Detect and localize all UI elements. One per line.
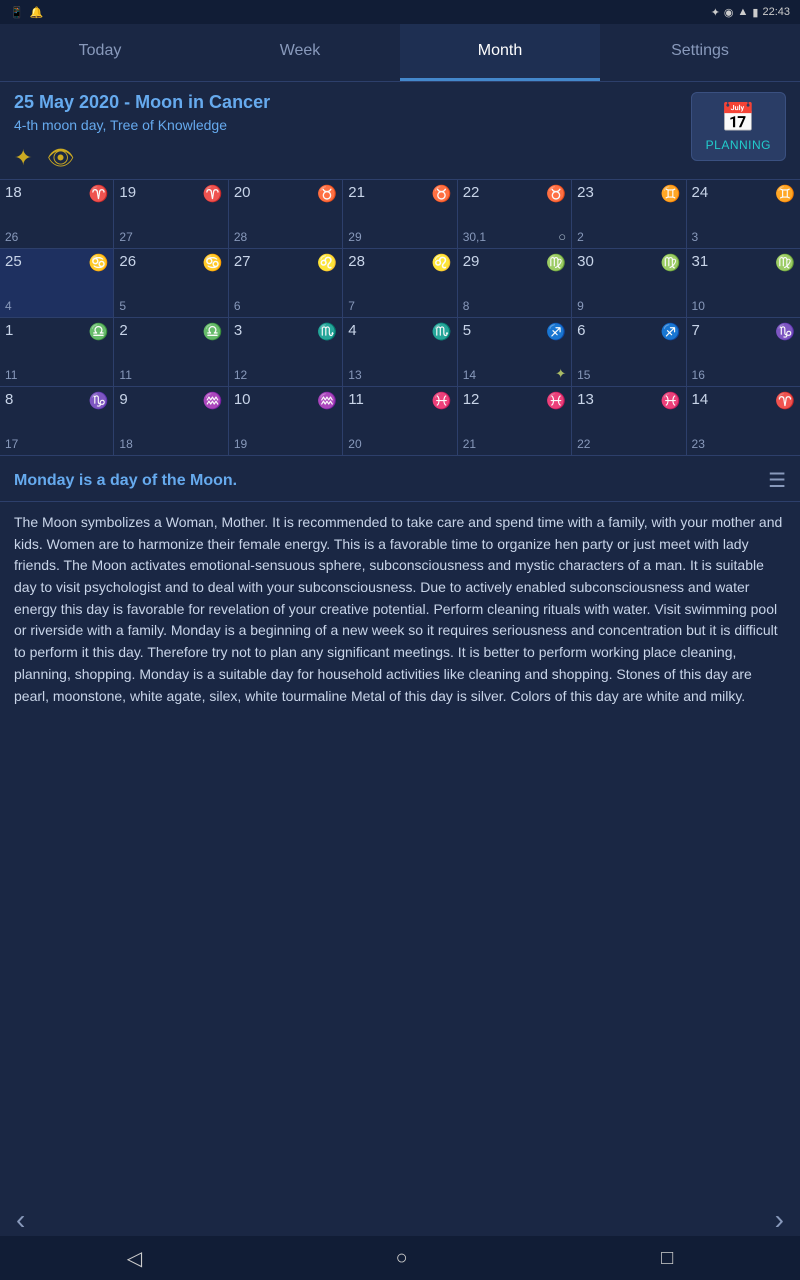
cal-cell-27[interactable]: 27♌ 6 <box>229 249 343 317</box>
planning-label: PLANNING <box>706 138 771 152</box>
cal-cell-30[interactable]: 30♍ 9 <box>572 249 686 317</box>
tab-month[interactable]: Month <box>400 24 600 81</box>
cal-cell-20[interactable]: 20♉ 28 <box>229 180 343 248</box>
cal-cell-25-today[interactable]: 25♋ 4 <box>0 249 114 317</box>
day-description: The Moon symbolizes a Woman, Mother. It … <box>0 502 800 717</box>
cal-cell-5[interactable]: 5♐ 14✦ <box>458 318 572 386</box>
cal-cell-12[interactable]: 12♓ 21 <box>458 387 572 455</box>
bluetooth-icon: ✦ <box>711 6 720 19</box>
cal-cell-1[interactable]: 1♎ 11 <box>0 318 114 386</box>
cal-cell-14[interactable]: 14♈ 23 <box>687 387 800 455</box>
cal-cell-3[interactable]: 3♏ 12 <box>229 318 343 386</box>
tab-settings[interactable]: Settings <box>600 24 800 81</box>
cal-cell-26[interactable]: 26♋ 5 <box>114 249 228 317</box>
menu-icon[interactable]: ☰ <box>768 468 786 493</box>
time-display: 22:43 <box>762 6 790 18</box>
signal-icon: ◉ <box>724 6 734 19</box>
header-title: 25 May 2020 - Moon in Cancer <box>14 92 270 113</box>
status-right: ✦ ◉ ▲ ▮ 22:43 <box>711 6 790 19</box>
calendar-grid: 18♈ 26 19♈ 27 20♉ 28 21♉ 29 22♉ 30,1○ 23… <box>0 179 800 456</box>
star-icon[interactable]: ✦ <box>14 145 32 171</box>
recents-button[interactable]: □ <box>661 1247 673 1270</box>
cal-cell-29[interactable]: 29♍ 8 <box>458 249 572 317</box>
header-area: 25 May 2020 - Moon in Cancer 4-th moon d… <box>0 82 800 179</box>
cal-cell-23[interactable]: 23♊ 2 <box>572 180 686 248</box>
home-button[interactable]: ○ <box>396 1247 408 1270</box>
calendar-row: 18♈ 26 19♈ 27 20♉ 28 21♉ 29 22♉ 30,1○ 23… <box>0 180 800 249</box>
cal-cell-19[interactable]: 19♈ 27 <box>114 180 228 248</box>
cal-cell-10[interactable]: 10♒ 19 <box>229 387 343 455</box>
calendar-row: 8♑ 17 9♒ 18 10♒ 19 11♓ 20 12♓ 21 13♓ 22 … <box>0 387 800 455</box>
cal-cell-28[interactable]: 28♌ 7 <box>343 249 457 317</box>
header-left: 25 May 2020 - Moon in Cancer 4-th moon d… <box>14 92 270 171</box>
planning-button[interactable]: 📅 PLANNING <box>691 92 786 161</box>
header-icons: ✦ 👁 <box>14 145 270 171</box>
tab-today[interactable]: Today <box>0 24 200 81</box>
tab-week[interactable]: Week <box>200 24 400 81</box>
cal-cell-4[interactable]: 4♏ 13 <box>343 318 457 386</box>
eye-icon[interactable]: 👁 <box>46 145 74 171</box>
android-nav-bar: ◁ ○ □ <box>0 1236 800 1280</box>
cal-cell-6[interactable]: 6♐ 15 <box>572 318 686 386</box>
status-left: 📱 🔔 <box>10 6 43 19</box>
day-info-section: Monday is a day of the Moon. ☰ <box>0 456 800 502</box>
wifi-icon: ▲ <box>738 6 749 18</box>
calendar-row: 25♋ 4 26♋ 5 27♌ 6 28♌ 7 29♍ 8 30♍ 9 31♍ … <box>0 249 800 318</box>
navigation-bar: ‹ › <box>0 1204 800 1236</box>
phone-icon: 📱 <box>10 6 24 19</box>
cal-cell-11[interactable]: 11♓ 20 <box>343 387 457 455</box>
notification-icon: 🔔 <box>30 6 44 19</box>
prev-arrow[interactable]: ‹ <box>16 1204 25 1236</box>
cal-cell-9[interactable]: 9♒ 18 <box>114 387 228 455</box>
calendar-row: 1♎ 11 2♎ 11 3♏ 12 4♏ 13 5♐ 14✦ 6♐ 15 7♑ … <box>0 318 800 387</box>
next-arrow[interactable]: › <box>775 1204 784 1236</box>
cal-cell-13[interactable]: 13♓ 22 <box>572 387 686 455</box>
cal-cell-31[interactable]: 31♍ 10 <box>687 249 800 317</box>
cal-cell-2[interactable]: 2♎ 11 <box>114 318 228 386</box>
cal-cell-24[interactable]: 24♊ 3 <box>687 180 800 248</box>
cal-cell-8[interactable]: 8♑ 17 <box>0 387 114 455</box>
cal-cell-7[interactable]: 7♑ 16 <box>687 318 800 386</box>
cal-cell-21[interactable]: 21♉ 29 <box>343 180 457 248</box>
calendar-icon: 📅 <box>721 101 756 134</box>
header-subtitle: 4-th moon day, Tree of Knowledge <box>14 117 270 133</box>
status-bar: 📱 🔔 ✦ ◉ ▲ ▮ 22:43 <box>0 0 800 24</box>
cal-cell-22[interactable]: 22♉ 30,1○ <box>458 180 572 248</box>
back-button[interactable]: ◁ <box>127 1246 142 1271</box>
cal-cell-18[interactable]: 18♈ 26 <box>0 180 114 248</box>
day-info-title: Monday is a day of the Moon. <box>14 472 237 490</box>
battery-icon: ▮ <box>752 6 758 19</box>
tab-bar: Today Week Month Settings <box>0 24 800 82</box>
